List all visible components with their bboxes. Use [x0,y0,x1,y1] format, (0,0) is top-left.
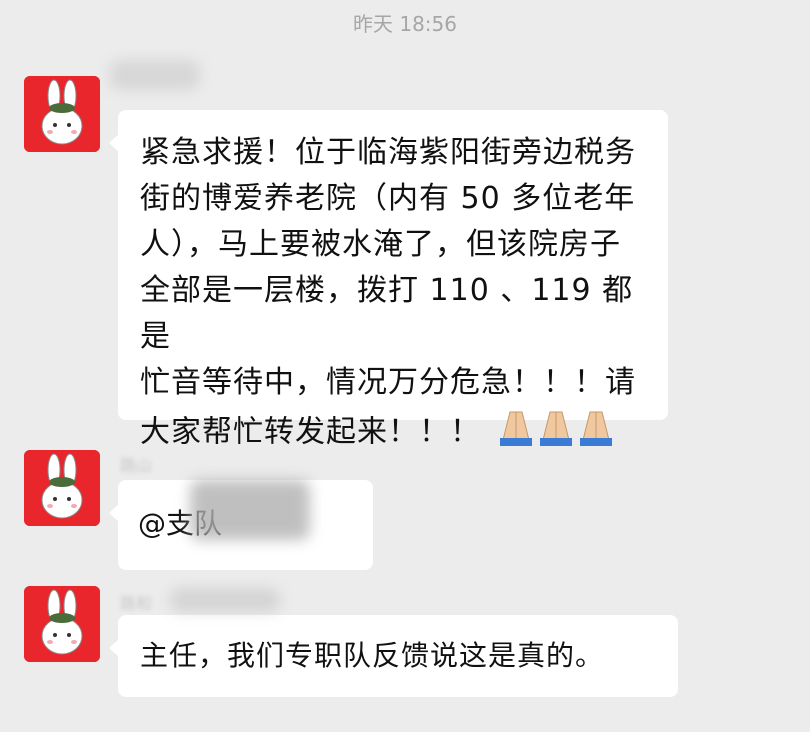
message-line: 全部是一层楼，拨打 110 、119 都是 [140,273,634,354]
blur-redaction [190,480,310,540]
blur-redaction [170,588,280,612]
message-line: 街的博爱养老院（内有 50 多位老年 [140,181,636,216]
message-line: 忙音等待中，情况万分危急！！！请 [140,365,636,400]
rabbit-icon [24,450,100,526]
message-line: 大家帮忙转发起来！！！ [140,414,481,450]
blur-redaction [110,60,200,90]
sender-name: 路山 [120,456,153,475]
message-text: 紧急求援！位于临海紫阳街旁边税务 街的博爱养老院（内有 50 多位老年 人），马… [140,130,660,460]
rabbit-avatar[interactable] [24,76,100,152]
sender-name: 路和 [120,594,153,613]
rabbit-avatar[interactable] [24,586,100,662]
rabbit-avatar[interactable] [24,450,100,526]
message-text: 主任，我们专职队反馈说这是真的。 [140,639,605,672]
message-bubble[interactable]: 紧急求援！位于临海紫阳街旁边税务 街的博爱养老院（内有 50 多位老年 人），马… [109,110,668,450]
rabbit-icon [24,586,100,662]
message-bubble[interactable]: 主任，我们专职队反馈说这是真的。 [109,615,678,697]
message-line-last: 大家帮忙转发起来！！！ [140,406,660,460]
message-line: 紧急求援！位于临海紫阳街旁边税务 [140,135,636,170]
timestamp: 昨天 18:56 [353,12,457,36]
message-line: 人），马上要被水淹了，但该院房子 [140,227,621,262]
rabbit-icon [24,76,100,152]
folded-hands-icon [496,406,616,460]
